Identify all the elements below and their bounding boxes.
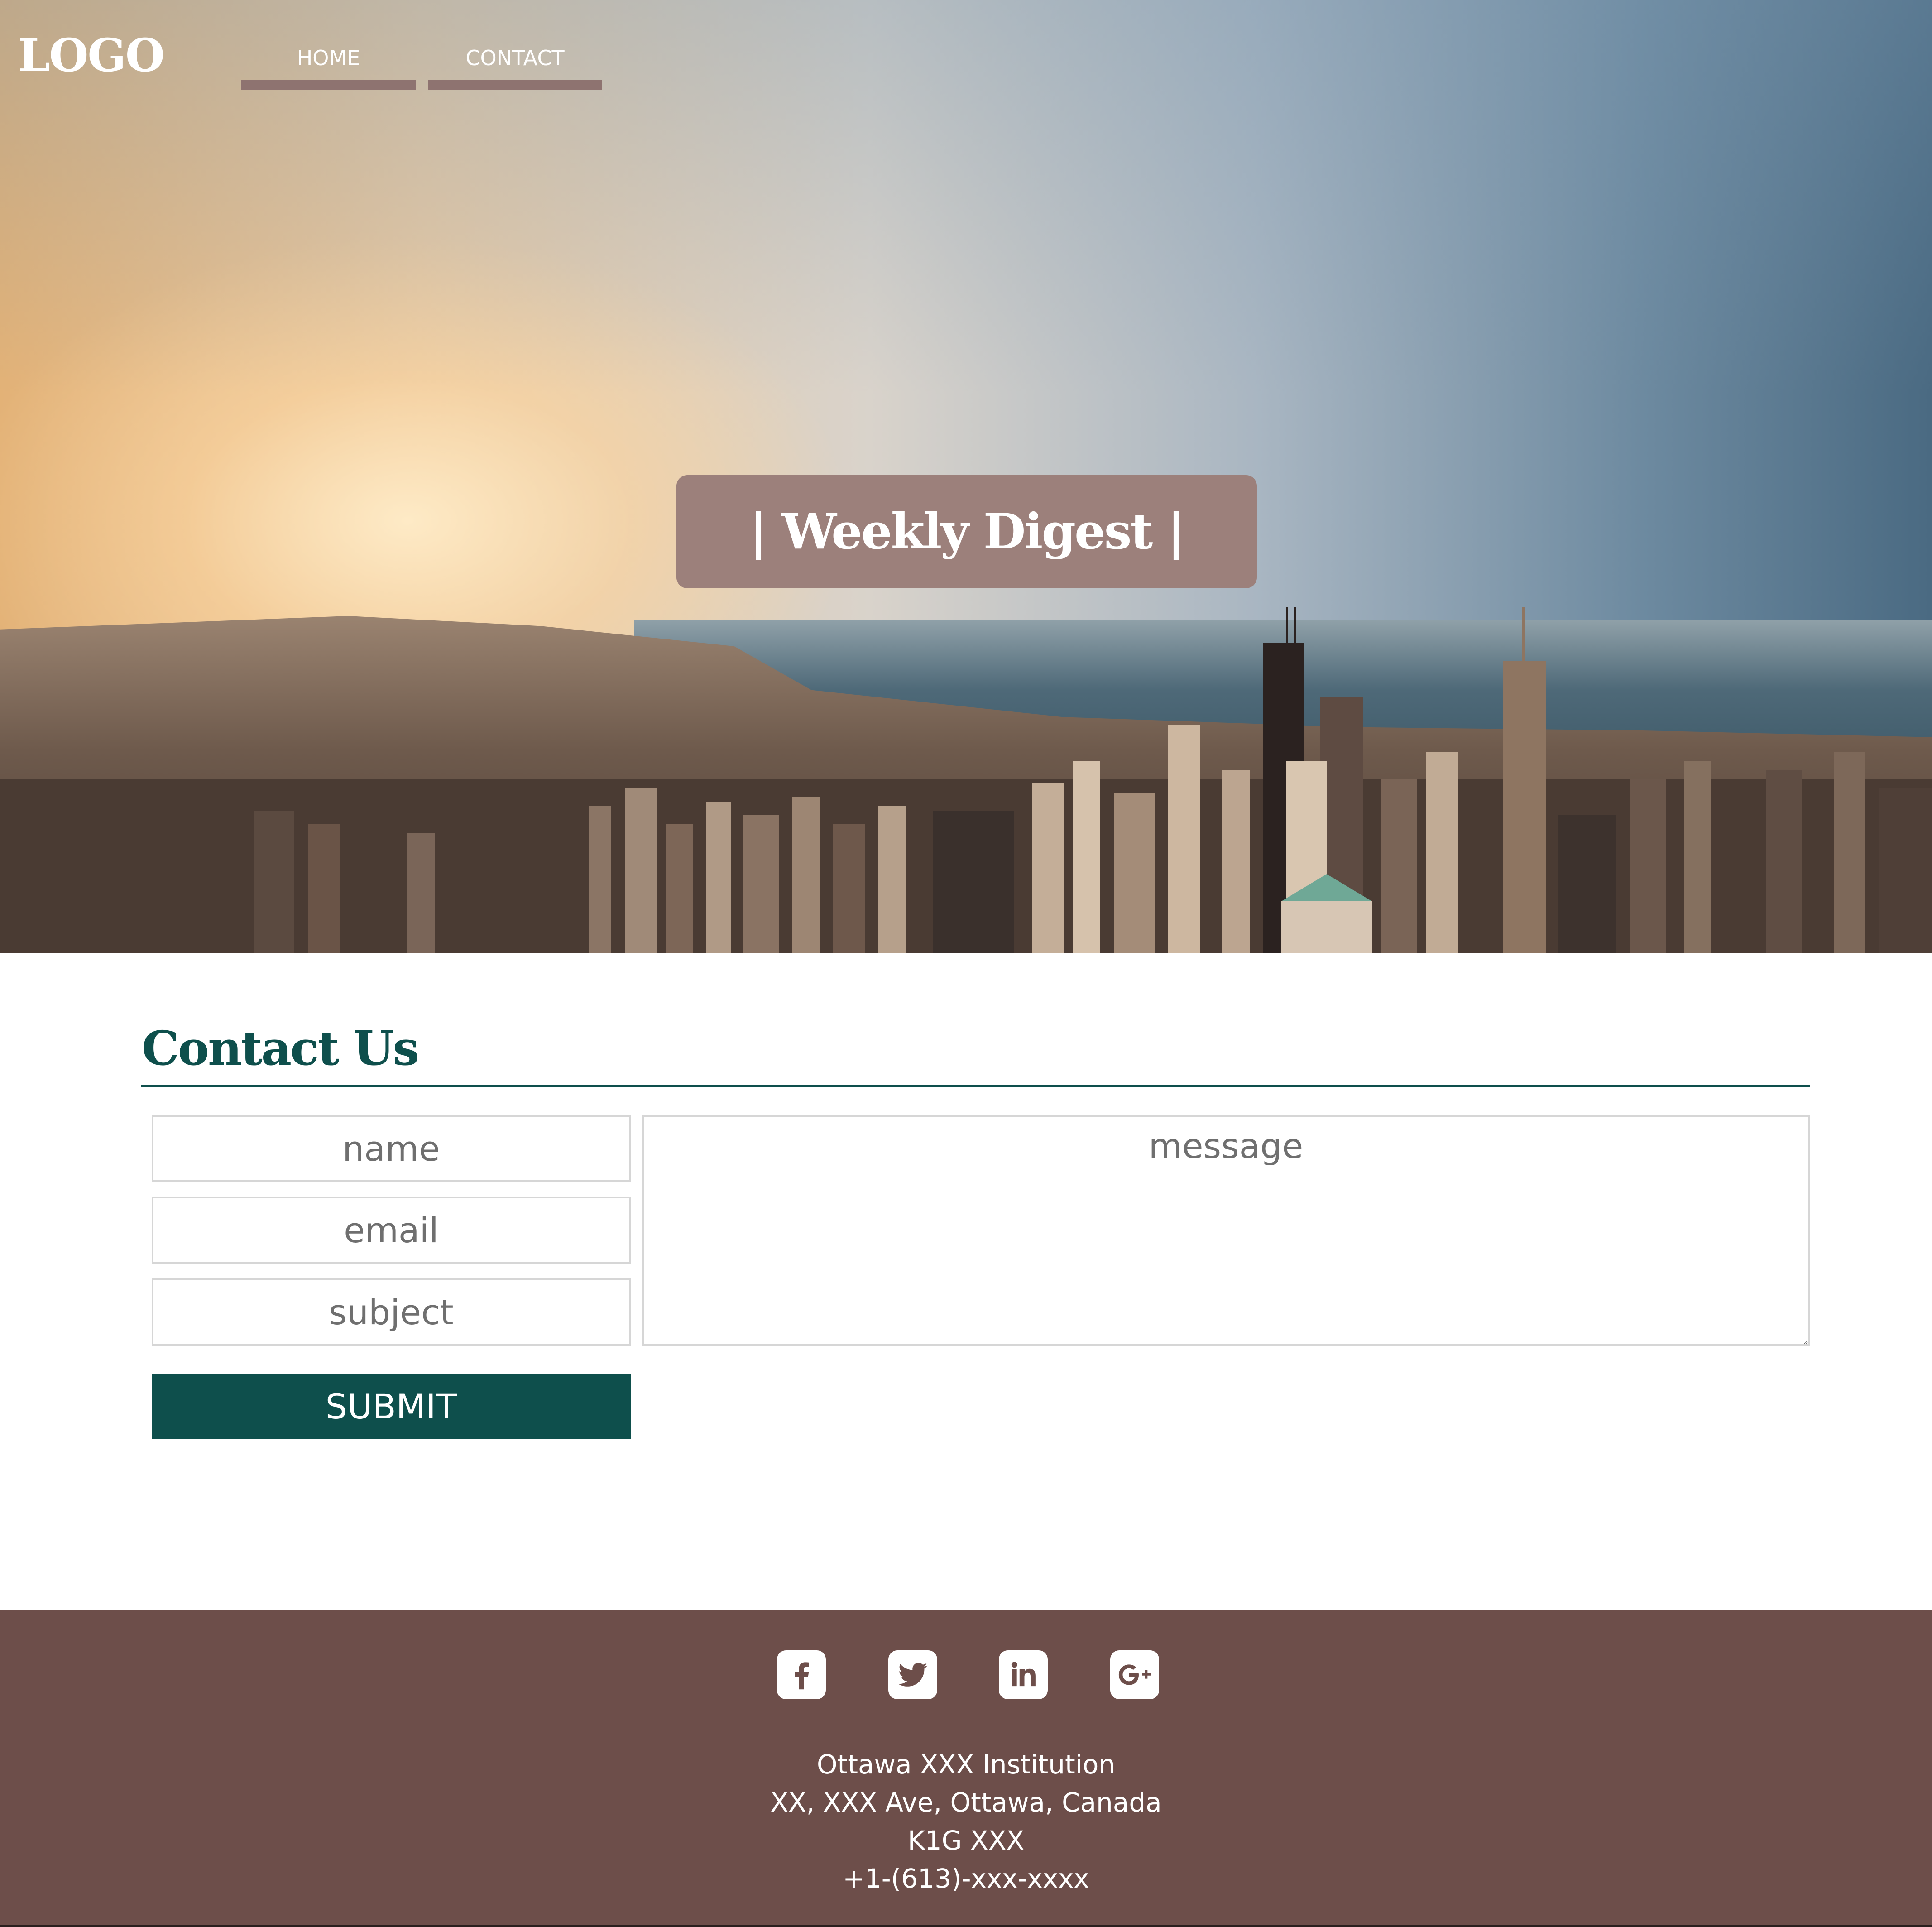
nav-contact-underline (428, 80, 602, 90)
subject-field[interactable] (152, 1278, 631, 1346)
nav-home-underline (241, 80, 416, 90)
nav-home-link[interactable]: HOME (241, 43, 416, 90)
city-skyline-image (0, 607, 1932, 953)
submit-button[interactable]: SUBMIT (152, 1374, 631, 1439)
address-line-postal: K1G XXX (907, 1825, 1025, 1856)
message-field[interactable] (642, 1115, 1810, 1346)
googleplus-icon[interactable] (1110, 1650, 1159, 1699)
nav-contact-link[interactable]: CONTACT (428, 43, 602, 90)
email-field[interactable] (152, 1197, 631, 1264)
nav-home-label: HOME (297, 46, 360, 70)
address-line-street: XX, XXX Ave, Ottawa, Canada (770, 1787, 1162, 1818)
twitter-icon[interactable] (888, 1650, 937, 1699)
footer: Ottawa XXX Institution XX, XXX Ave, Otta… (0, 1610, 1932, 1927)
address-line-phone: +1-(613)-xxx-xxxx (843, 1863, 1089, 1894)
contact-divider (141, 1085, 1810, 1087)
facebook-icon[interactable] (777, 1650, 826, 1699)
site-logo[interactable]: LOGO (18, 33, 165, 78)
contact-heading: Contact Us (142, 1020, 419, 1076)
address-line-institution: Ottawa XXX Institution (816, 1749, 1116, 1780)
name-field[interactable] (152, 1115, 631, 1182)
nav-contact-label: CONTACT (465, 46, 565, 70)
linkedin-icon[interactable] (999, 1650, 1048, 1699)
hero-title: | Weekly Digest | (676, 475, 1257, 588)
footer-address: Ottawa XXX Institution XX, XXX Ave, Otta… (0, 1745, 1932, 1898)
